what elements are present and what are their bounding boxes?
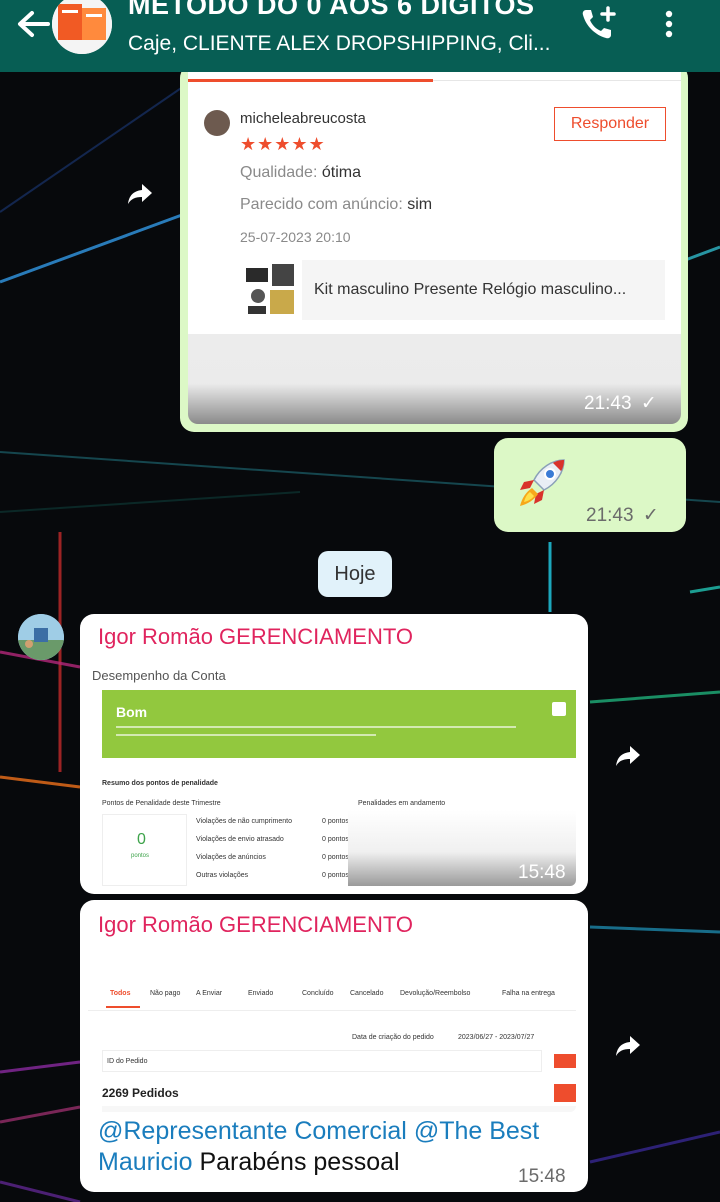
forward-icon[interactable] — [606, 734, 650, 778]
similar-label: Parecido com anúncio: — [240, 196, 403, 213]
status-text-line — [116, 734, 376, 736]
group-avatar[interactable] — [52, 0, 112, 54]
reviewer-name: micheleabreucosta — [240, 110, 366, 127]
chat-header: MÉTODO DO 0 AOS 6 DÍGITOS Caje, CLIENTE … — [0, 0, 720, 72]
performance-screenshot: Desempenho da Conta Bom Resumo dos ponto… — [88, 660, 576, 886]
date-separator: Hoje — [318, 551, 392, 597]
message-time-text: 21:43 — [584, 393, 632, 414]
message-time: 15:48 — [518, 1166, 566, 1187]
status-badge-icon — [552, 702, 566, 716]
status-text-line — [116, 726, 516, 728]
orders-count: 2269 Pedidos — [102, 1086, 179, 1100]
more-options-icon[interactable] — [655, 8, 683, 40]
quality-label: Qualidade: — [240, 164, 318, 181]
quarter-label: Pontos de Penalidade deste Trimestre — [102, 800, 221, 807]
back-arrow-icon[interactable] — [14, 8, 52, 40]
in-progress-label: Penalidades em andamento — [358, 800, 446, 807]
incoming-image-message[interactable]: Igor Romão GERENCIAMENTO Desempenho da C… — [80, 614, 588, 894]
product-thumbnail — [240, 260, 302, 320]
penalty-row-label: Outras violações — [196, 872, 249, 879]
message-time: 21:43 ✓ — [584, 392, 657, 415]
chat-area[interactable]: micheleabreucosta Responder ★★★★★ Qualid… — [0, 72, 720, 1202]
order-tab: Cancelado — [350, 990, 384, 997]
penalty-row-label: Violações de não cumprimento — [196, 818, 292, 825]
forward-icon[interactable] — [606, 1024, 650, 1068]
review-screenshot: micheleabreucosta Responder ★★★★★ Qualid… — [188, 72, 681, 334]
quality-line: Qualidade: ótima — [240, 164, 361, 182]
points-unit: pontos — [131, 853, 150, 859]
penalty-row-value: 0 pontos — [322, 836, 349, 843]
message-time: 15:48 — [518, 862, 566, 883]
penalty-row-label: Violações de anúncios — [196, 854, 266, 861]
review-date: 25-07-2023 20:10 — [240, 229, 351, 245]
tab-divider — [433, 80, 681, 81]
order-tab: Concluído — [302, 990, 334, 997]
message-time-text: 21:43 — [586, 505, 634, 526]
summary-title: Resumo dos pontos de penalidade — [102, 780, 218, 787]
quality-value: ótima — [321, 164, 361, 181]
penalty-row-value: 0 pontos — [322, 854, 349, 861]
penalty-row-value: 0 pontos — [322, 818, 349, 825]
sender-name[interactable]: Igor Romão GERENCIAMENTO — [98, 912, 413, 938]
export-button — [554, 1084, 576, 1102]
respond-button: Responder — [554, 107, 666, 141]
outgoing-emoji-message[interactable]: 21:43 ✓ — [494, 438, 686, 532]
active-tab-indicator — [106, 1006, 140, 1008]
sent-check-icon: ✓ — [640, 393, 657, 414]
sent-check-icon: ✓ — [642, 505, 659, 526]
tab-divider — [88, 1010, 576, 1011]
sender-avatar[interactable] — [18, 614, 64, 660]
caption-text: Parabéns pessoal — [199, 1148, 400, 1176]
order-tab: A Enviar — [196, 990, 223, 997]
group-members[interactable]: Caje, CLIENTE ALEX DROPSHIPPING, Cli... — [128, 32, 550, 56]
points-box: 0 pontos — [102, 814, 187, 886]
order-search-box: ID do Pedido — [102, 1050, 542, 1072]
order-id-filter: ID do Pedido — [107, 1058, 148, 1065]
points-value: 0 — [137, 831, 146, 848]
similar-value: sim — [407, 196, 433, 213]
order-tab: Todos — [110, 990, 131, 997]
incoming-image-message[interactable]: Igor Romão GERENCIAMENTO Todos Não pago A … — [80, 900, 588, 1192]
order-tab: Não pago — [150, 990, 181, 997]
orders-table-header: Produto(s)Total do pedidoStatusPrazoTodo… — [102, 1106, 576, 1112]
screenshot-title: Desempenho da Conta — [92, 668, 226, 683]
reviewer-avatar — [204, 110, 230, 136]
order-tab: Enviado — [248, 990, 274, 997]
order-tab: Falha na entrega — [502, 990, 555, 997]
order-tab: Devolução/Reembolso — [400, 990, 471, 997]
orders-screenshot: Todos Não pago A Enviar Enviado Concluído Can… — [88, 944, 576, 1112]
forward-icon[interactable] — [118, 172, 162, 216]
penalty-row-value: 0 pontos — [322, 872, 349, 879]
product-card: Kit masculino Presente Relógio masculino… — [240, 260, 665, 320]
search-button — [554, 1054, 576, 1068]
mention-link[interactable]: @Representante Comercial — [98, 1117, 407, 1145]
outgoing-image-message[interactable]: micheleabreucosta Responder ★★★★★ Qualid… — [180, 72, 688, 432]
sender-name[interactable]: Igor Romão GERENCIAMENTO — [98, 624, 413, 650]
date-filter-label: Data de criação do pedido — [352, 1034, 434, 1041]
message-caption: @Representante Comercial @The Best Mauri… — [98, 1116, 578, 1178]
active-tab-indicator — [188, 79, 433, 82]
group-title[interactable]: MÉTODO DO 0 AOS 6 DÍGITOS — [128, 0, 535, 21]
date-range: 2023/06/27 - 2023/07/27 — [458, 1034, 535, 1041]
rating-stars: ★★★★★ — [240, 134, 326, 154]
add-call-icon[interactable] — [578, 4, 618, 44]
product-title: Kit masculino Presente Relógio masculino… — [314, 281, 627, 298]
status-panel: Bom — [102, 690, 576, 758]
status-label: Bom — [116, 704, 148, 720]
message-time: 21:43 ✓ — [586, 504, 659, 527]
rocket-icon — [520, 459, 565, 506]
similar-line: Parecido com anúncio: sim — [240, 196, 432, 214]
penalty-row-label: Violações de envio atrasado — [196, 836, 284, 843]
